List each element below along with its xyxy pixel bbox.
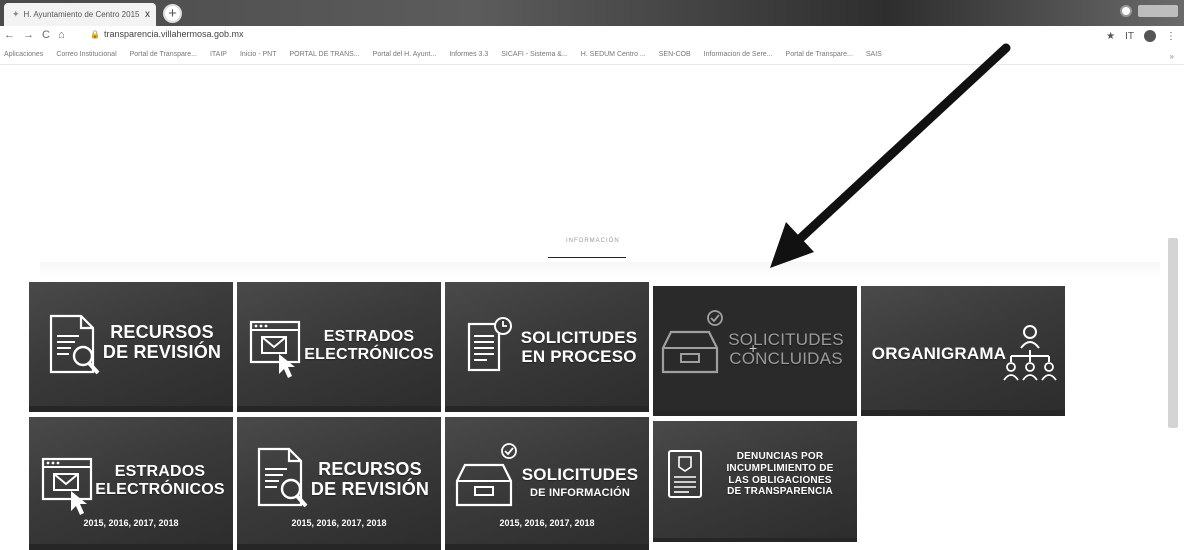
tile-estrados-electronicos-historico[interactable]: ESTRADOS ELECTRÓNICOS 2015, 2016, 2017, … (29, 417, 233, 550)
tab-strip: ✦ H. Ayuntamiento de Centro 2015 x + (0, 0, 1184, 26)
tile-organigrama[interactable]: ORGANIGRAMA (861, 286, 1065, 416)
tile-title-line2: EN PROCESO (521, 347, 637, 367)
back-icon[interactable]: ← (4, 29, 15, 41)
tile-years: 2015, 2016, 2017, 2018 (83, 518, 179, 528)
tile-solicitudes-en-proceso[interactable]: SOLICITUDES EN PROCESO (445, 282, 649, 412)
bookmark-item[interactable]: Portal de Transpare... (130, 51, 197, 58)
tile-recursos-de-revision[interactable]: RECURSOS DE REVISIÓN (29, 282, 233, 412)
archive-tray-icon (455, 443, 517, 507)
extension-icon[interactable]: IT (1125, 31, 1134, 42)
tile-years: 2015, 2016, 2017, 2018 (499, 518, 595, 528)
bookmark-item[interactable]: Informacion de Sere... (704, 51, 773, 58)
tile-title-line2: DE REVISIÓN (102, 342, 222, 363)
bookmark-item[interactable]: Correo Institucional (56, 51, 116, 58)
section-divider (548, 257, 626, 258)
scrollbar[interactable] (1168, 238, 1178, 428)
window-controls (1120, 5, 1178, 17)
bookmark-star-icon[interactable]: ★ (1106, 31, 1115, 42)
section-band (40, 262, 1160, 278)
tile-title-line1: SOLICITUDES (728, 330, 844, 349)
tab-title: H. Ayuntamiento de Centro 2015 (23, 10, 140, 19)
bookmarks-overflow-icon[interactable]: » (1170, 52, 1174, 61)
avatar[interactable] (1144, 30, 1156, 42)
url-field[interactable]: 🔒 transparencia.villahermosa.gob.mx (90, 29, 244, 39)
bookmark-item[interactable]: SEN-COB (659, 51, 691, 58)
tile-title-line2: INCUMPLIMIENTO DE (726, 462, 834, 474)
tab-favicon-icon: ✦ (12, 9, 20, 19)
tile-title-line1: ESTRADOS (114, 463, 206, 480)
tile-solicitudes-concluidas[interactable]: SOLICITUDES CONCLUIDAS + (653, 286, 857, 416)
tile-title-line4: DE TRANSPARENCIA (727, 486, 833, 498)
tile-title-line1: ESTRADOS (323, 328, 415, 345)
menu-icon[interactable]: ⋮ (1166, 31, 1176, 42)
org-chart-people-icon (1003, 325, 1057, 381)
bookmark-item[interactable]: Aplicaciones (4, 51, 43, 58)
bookmark-item[interactable]: H. SEDUM Centro ... (581, 51, 646, 58)
bookmark-item[interactable]: PORTAL DE TRANS... (290, 51, 360, 58)
tab-close-icon[interactable]: x (145, 9, 150, 20)
bookmarks-bar: Aplicaciones Correo Institucional Portal d… (4, 51, 882, 58)
bookmark-item[interactable]: Portal del H. Ayunt... (373, 51, 437, 58)
tile-title-line1: SOLICITUDES (521, 465, 639, 484)
bookmark-item[interactable]: Informes 3.3 (449, 51, 488, 58)
bookmark-item[interactable]: SAIS (866, 51, 882, 58)
tile-title-line1: DENUNCIAS POR (736, 451, 824, 462)
tile-title-line2: DE INFORMACIÓN (530, 487, 630, 500)
tile-title-line2: DE REVISIÓN (310, 479, 430, 500)
reload-icon[interactable]: C (42, 29, 50, 41)
document-clock-icon (467, 317, 512, 372)
bookmark-item[interactable]: Portal de Transpare... (786, 51, 853, 58)
scroll-certificate-icon (668, 450, 702, 498)
nav-buttons: ← → C ⌂ (4, 29, 65, 41)
tile-title-line3: LAS OBLIGACIONES (728, 474, 832, 486)
url-text: transparencia.villahermosa.gob.mx (103, 29, 244, 39)
tile-title-line1: RECURSOS (318, 459, 422, 479)
tile-title-line2: ELECTRÓNICOS (304, 345, 434, 363)
toolbar-right: ★ IT ⋮ (1106, 30, 1176, 42)
address-bar-area: ← → C ⌂ 🔒 transparencia.villahermosa.gob.… (0, 26, 1184, 65)
tile-estrados-electronicos[interactable]: ESTRADOS ELECTRÓNICOS (237, 282, 441, 412)
home-icon[interactable]: ⌂ (58, 29, 65, 41)
bookmark-item[interactable]: ITAIP (210, 51, 227, 58)
section-label: INFORMACIÓN (566, 238, 620, 244)
profile-icon[interactable] (1120, 5, 1132, 17)
tile-title-line2: ELECTRÓNICOS (95, 480, 225, 498)
browser-tab[interactable]: ✦ H. Ayuntamiento de Centro 2015 x (4, 3, 156, 26)
new-tab-button[interactable]: + (163, 4, 182, 23)
tile-title-line1: SOLICITUDES (520, 328, 638, 347)
tile-title-line2: CONCLUIDAS (729, 349, 843, 369)
lock-icon: 🔒 (90, 30, 100, 39)
tile-solicitudes-de-informacion[interactable]: SOLICITUDES DE INFORMACIÓN 2015, 2016, 2… (445, 417, 649, 550)
tile-title-line1: RECURSOS (110, 322, 214, 342)
tile-years: 2015, 2016, 2017, 2018 (291, 518, 387, 528)
tile-title-line1: ORGANIGRAMA (871, 344, 1007, 363)
window-buttons[interactable] (1138, 5, 1178, 17)
forward-icon[interactable]: → (23, 29, 34, 41)
tile-denuncias[interactable]: DENUNCIAS POR INCUMPLIMIENTO DE LAS OBLI… (653, 421, 857, 542)
tile-recursos-de-revision-historico[interactable]: RECURSOS DE REVISIÓN 2015, 2016, 2017, 2… (237, 417, 441, 550)
bookmark-item[interactable]: Inicio - PNT (240, 51, 277, 58)
archive-tray-icon (661, 310, 723, 374)
cursor-crosshair-icon: + (749, 340, 758, 356)
bookmark-item[interactable]: SICAFI - Sistema &... (501, 51, 568, 58)
